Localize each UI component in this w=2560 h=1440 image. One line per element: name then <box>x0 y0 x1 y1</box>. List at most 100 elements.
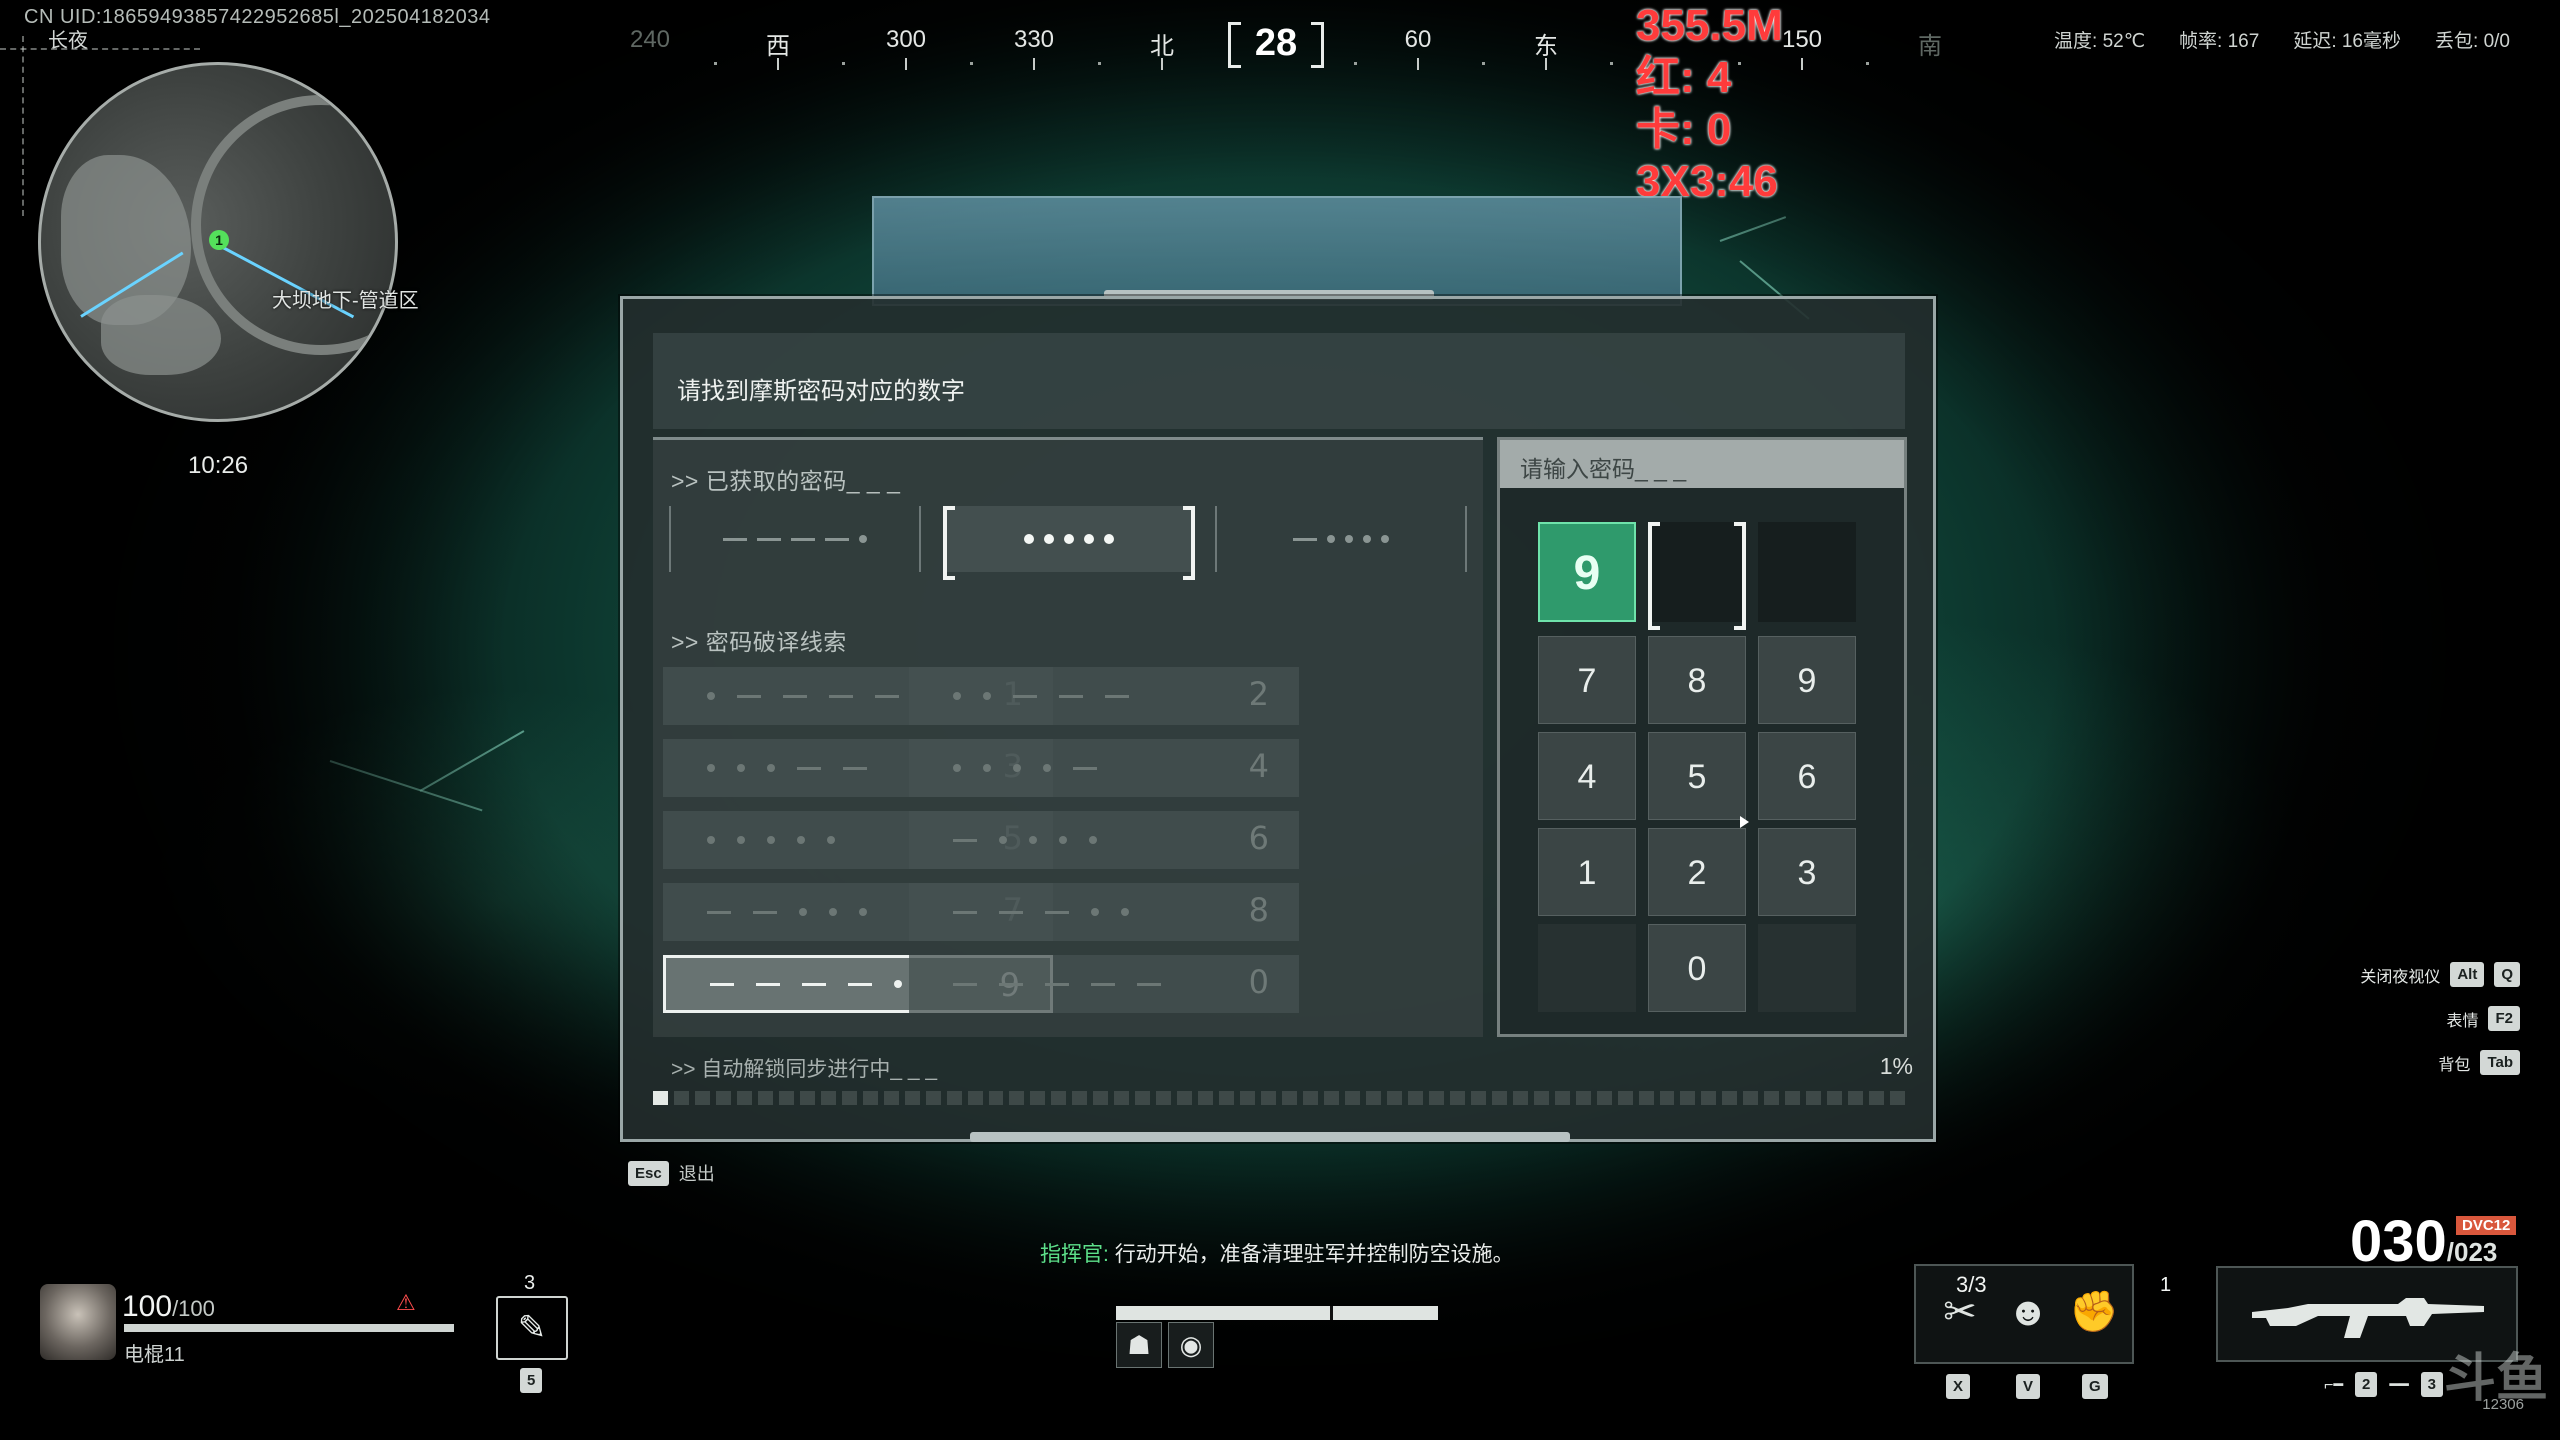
morse-dot <box>983 764 991 772</box>
syringe-icon[interactable]: ✎ <box>496 1296 568 1360</box>
morse-dash <box>829 694 853 698</box>
morse-clue-row: 8 <box>909 883 1299 941</box>
exit-label: 退出 <box>678 1164 715 1184</box>
morse-dash <box>797 766 821 770</box>
map-frame-line <box>22 36 24 216</box>
morse-dot <box>1043 764 1051 772</box>
morse-dash <box>953 910 977 914</box>
key-4[interactable]: 4 <box>1538 732 1636 820</box>
key-2[interactable]: 2 <box>1648 828 1746 916</box>
hint-label: 表情 <box>2446 1012 2479 1030</box>
morse-dot <box>1363 535 1371 543</box>
auto-unlock-percent: 1% <box>1879 1053 1913 1079</box>
key-3[interactable]: 3 <box>1758 828 1856 916</box>
morse-dot <box>953 692 961 700</box>
key-blank <box>1758 924 1856 1012</box>
clue-digit: 2 <box>1248 675 1269 713</box>
morse-dash <box>843 766 867 770</box>
morse-dot <box>737 836 745 844</box>
clue-digit: 0 <box>1248 963 1269 1001</box>
morse-dot <box>827 836 835 844</box>
morse-dot <box>1091 908 1099 916</box>
morse-dash <box>1045 910 1069 914</box>
compass-mark: 330 <box>1013 26 1055 53</box>
compass-mark: 300 <box>885 26 927 53</box>
stamina-bar <box>1116 1306 1438 1320</box>
compass-mark: 东 <box>1534 33 1558 60</box>
morse-dot <box>829 908 837 916</box>
morse-dash <box>1105 694 1129 698</box>
status-alert-icon: ⚠ <box>396 1290 416 1315</box>
minimap[interactable]: 1 <box>38 62 398 422</box>
grenade-count: 1 <box>2160 1274 2172 1296</box>
overlay-stat: 红: 4 <box>1636 53 1732 102</box>
esc-keycap[interactable]: Esc <box>628 1160 669 1186</box>
hint-label: 背包 <box>2438 1056 2471 1074</box>
hint-keycap: F2 <box>2488 1006 2520 1031</box>
commander-message: 指挥官: 行动开始，准备清理驻军并控制防空设施。 <box>1040 1238 1514 1268</box>
acquired-code-slot <box>1215 506 1467 572</box>
weapon-tag: DVC12 <box>2456 1216 2517 1235</box>
stance-icon: ☗ <box>1116 1322 1162 1368</box>
gas-mask-icon[interactable]: ☻ <box>1996 1282 2060 1342</box>
consumable-count: 3 <box>524 1272 536 1294</box>
password-keypad: 请输入密码_ _ _ 9 7 8 9 4 5 6 1 2 3 0 <box>1497 437 1907 1037</box>
morse-dot <box>1029 836 1037 844</box>
equip-keycap: V <box>2016 1374 2041 1399</box>
morse-dot <box>707 692 715 700</box>
hint-keycap: Tab <box>2480 1050 2520 1075</box>
morse-dash <box>953 982 977 986</box>
morse-dash <box>1013 694 1037 698</box>
key-7[interactable]: 7 <box>1538 636 1636 724</box>
morse-dot <box>1013 764 1021 772</box>
hint-emote[interactable]: 表情 F2 <box>2446 1006 2520 1031</box>
auto-unlock-progress-bar <box>653 1091 1906 1105</box>
hint-backpack[interactable]: 背包 Tab <box>2438 1050 2520 1075</box>
key-1[interactable]: 1 <box>1538 828 1636 916</box>
health-max: /100 <box>172 1296 215 1321</box>
hint-night-vision[interactable]: 关闭夜视仪 Alt Q <box>2360 962 2520 987</box>
health-value: 100 <box>122 1290 173 1323</box>
panel-bottom-tab <box>970 1132 1570 1142</box>
player-status: 100/100 ⚠ 电棍11 <box>40 1284 470 1366</box>
key-5[interactable]: 5 <box>1648 732 1746 820</box>
consumable-slot[interactable]: 3 ✎ 5 <box>496 1272 570 1393</box>
equip-keycap: G <box>2082 1374 2108 1399</box>
match-clock: 10:26 <box>188 452 249 479</box>
tactical-equipment[interactable]: ✂ ☻ ✊ X V G <box>1914 1264 2134 1399</box>
morse-dash <box>1091 982 1115 986</box>
morse-dash <box>737 694 761 698</box>
password-digit-1: 9 <box>1538 522 1636 622</box>
compass-heading: 28 <box>1228 18 1324 68</box>
decode-clues-section: >> 密码破译线索 1234567890 <box>653 605 1483 1037</box>
morse-dot <box>1059 836 1067 844</box>
morse-dot <box>797 836 805 844</box>
morse-dash <box>791 537 815 541</box>
morse-dash <box>953 838 977 842</box>
morse-dot <box>1044 534 1054 544</box>
stream-room-id: 12306 <box>2482 1396 2524 1413</box>
exit-hint[interactable]: Esc 退出 <box>628 1160 715 1186</box>
compass-mark: 北 <box>1150 33 1174 60</box>
overlay-stat: 355.5M <box>1636 1 1783 50</box>
grenade-icon[interactable]: ✊ <box>2062 1282 2126 1342</box>
compass-mark: 150 <box>1781 26 1823 53</box>
key-9[interactable]: 9 <box>1758 636 1856 724</box>
morse-clue-row: 4 <box>909 739 1299 797</box>
morse-dash <box>1045 982 1069 986</box>
health-bar <box>124 1324 454 1332</box>
key-6[interactable]: 6 <box>1758 732 1856 820</box>
commander-speaker: 指挥官: <box>1040 1243 1109 1266</box>
compass-mark: 南 <box>1918 33 1942 60</box>
morse-dot <box>894 980 902 988</box>
morse-dash <box>875 694 899 698</box>
hearing-icon: ◉ <box>1168 1322 1214 1368</box>
morse-clue-row: 0 <box>909 955 1299 1013</box>
health-readout: 100/100 <box>122 1290 215 1324</box>
morse-dot <box>1104 534 1114 544</box>
secondary-weapons[interactable]: ⌐━ 2 ━━ 3 <box>2324 1372 2443 1397</box>
key-8[interactable]: 8 <box>1648 636 1746 724</box>
commander-text: 行动开始，准备清理驻军并控制防空设施。 <box>1114 1243 1514 1266</box>
morse-dash <box>802 982 826 986</box>
key-0[interactable]: 0 <box>1648 924 1746 1012</box>
